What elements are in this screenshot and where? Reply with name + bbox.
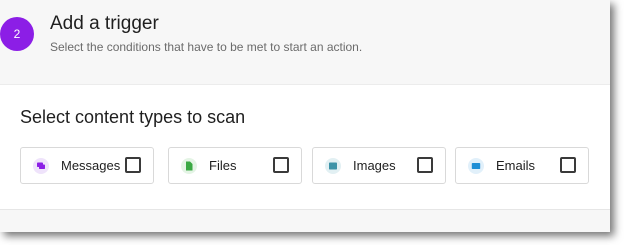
images-checkbox[interactable] — [417, 157, 433, 173]
content-type-images[interactable]: Images — [312, 147, 446, 184]
email-icon — [468, 158, 484, 174]
files-checkbox[interactable] — [273, 157, 289, 173]
emails-checkbox[interactable] — [560, 157, 576, 173]
content-type-options: Messages Files Images Emails — [20, 147, 590, 186]
content-type-label: Images — [353, 158, 396, 173]
section-heading: Select content types to scan — [20, 107, 246, 127]
step-title: Add a trigger — [50, 13, 159, 34]
step-subtitle: Select the conditions that have to be me… — [50, 40, 363, 54]
card-footer — [0, 210, 610, 232]
image-icon — [325, 158, 341, 174]
trigger-card: 2 Add a trigger Select the conditions th… — [0, 0, 610, 232]
messages-checkbox[interactable] — [125, 157, 141, 173]
content-type-emails[interactable]: Emails — [455, 147, 589, 184]
step-number-badge: 2 — [0, 17, 34, 51]
content-type-messages[interactable]: Messages — [20, 147, 154, 184]
step-header: 2 Add a trigger Select the conditions th… — [0, 0, 610, 85]
content-type-files[interactable]: Files — [168, 147, 302, 184]
content-type-label: Messages — [61, 158, 121, 173]
content-type-label: Files — [209, 158, 237, 173]
screenshot-frame: 2 Add a trigger Select the conditions th… — [0, 0, 624, 245]
message-icon — [33, 158, 49, 174]
content-type-label: Emails — [496, 158, 536, 173]
file-icon — [181, 158, 197, 174]
content-types-section: Select content types to scan Messages Fi… — [0, 85, 610, 210]
